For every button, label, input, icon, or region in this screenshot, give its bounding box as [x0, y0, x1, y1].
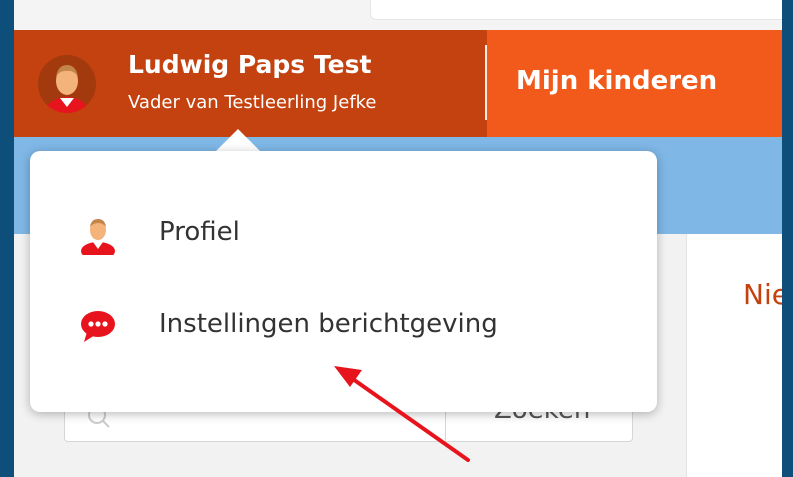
menu-item-instellingen-berichtgeving[interactable]: Instellingen berichtgeving	[30, 291, 657, 361]
avatar[interactable]	[38, 55, 96, 113]
user-avatar-icon	[45, 65, 89, 113]
menu-item-label: Instellingen berichtgeving	[159, 309, 498, 339]
speech-bubble-icon	[78, 307, 118, 347]
user-dropdown-menu: Profiel Instellingen berichtgeving	[30, 151, 657, 412]
top-strip	[14, 0, 782, 30]
user-name[interactable]: Ludwig Paps Test	[128, 50, 371, 79]
user-role[interactable]: Vader van Testleerling Jefke	[128, 92, 377, 113]
menu-item-label: Profiel	[159, 217, 240, 247]
user-avatar-icon	[78, 215, 118, 260]
menu-item-profiel[interactable]: Profiel	[30, 199, 657, 269]
header-divider	[485, 45, 487, 120]
top-search-box[interactable]	[370, 0, 782, 20]
right-panel	[687, 234, 782, 477]
nav-item-mijn-kinderen[interactable]: Mijn kinderen	[516, 66, 717, 96]
dropdown-caret	[215, 129, 261, 152]
browser-viewport: Ludwig Paps Test Vader van Testleerling …	[14, 0, 782, 477]
partial-heading: Nie	[743, 278, 782, 311]
